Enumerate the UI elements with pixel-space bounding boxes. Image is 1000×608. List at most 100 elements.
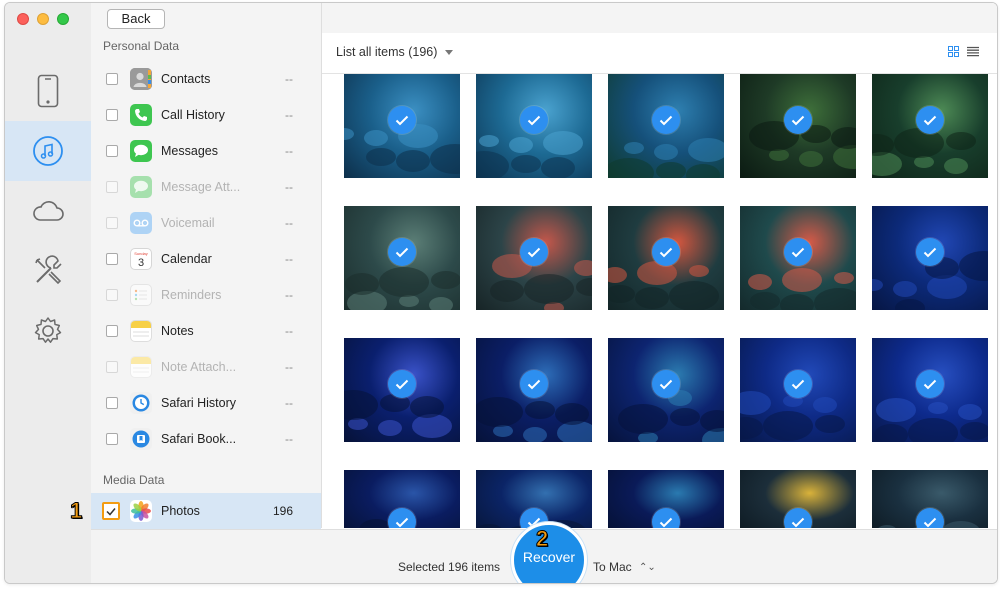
category-count: -- [285, 72, 293, 86]
list-all-dropdown[interactable]: List all items (196) [336, 45, 453, 59]
category-row-safari-history[interactable]: Safari History -- [91, 385, 321, 421]
tools-icon [35, 255, 62, 285]
close-window-button[interactable] [17, 13, 29, 25]
photo-thumbnail[interactable] [740, 338, 856, 442]
category-row-call-history[interactable]: Call History -- [91, 97, 321, 133]
top-bar-right [322, 3, 997, 34]
voicemail-icon [130, 212, 152, 234]
photo-thumbnail[interactable] [872, 338, 988, 442]
back-button[interactable]: Back [107, 9, 165, 29]
photo-thumbnail[interactable] [872, 206, 988, 310]
view-toggle [948, 46, 979, 57]
photo-thumbnail[interactable] [476, 338, 592, 442]
call-history-checkbox[interactable] [106, 109, 118, 121]
category-row-calendar[interactable]: Sunday 3 Calendar -- [91, 241, 321, 277]
recover-button[interactable]: Recover [511, 522, 587, 583]
photo-thumbnail[interactable] [476, 74, 592, 178]
category-label: Note Attach... [161, 360, 237, 374]
category-row-safari-bookmarks[interactable]: Safari Book... -- [91, 421, 321, 457]
photo-thumbnail[interactable] [344, 470, 460, 528]
selected-check-icon[interactable] [388, 106, 416, 134]
photo-thumbnail[interactable] [344, 74, 460, 178]
category-label: Safari Book... [161, 432, 237, 446]
rail-item-device[interactable] [5, 61, 91, 121]
category-row-voicemail: Voicemail -- [91, 205, 321, 241]
messages-icon [130, 140, 152, 162]
rail-item-settings[interactable] [5, 301, 91, 361]
contacts-checkbox[interactable] [106, 73, 118, 85]
grid-view-icon[interactable] [948, 46, 959, 57]
safari-history-checkbox[interactable] [106, 397, 118, 409]
list-toolbar: List all items (196) [322, 33, 997, 74]
selected-check-icon[interactable] [784, 238, 812, 266]
category-label: Safari History [161, 396, 237, 410]
recover-button-label: Recover [522, 549, 576, 565]
left-rail [5, 3, 92, 583]
selected-check-icon[interactable] [520, 238, 548, 266]
category-label: Call History [161, 108, 225, 122]
list-view-icon[interactable] [967, 46, 979, 57]
notes-icon [130, 320, 152, 342]
step-2-badge: 2 [535, 526, 549, 552]
selected-check-icon[interactable] [520, 106, 548, 134]
selected-check-icon[interactable] [784, 106, 812, 134]
selected-check-icon[interactable] [520, 370, 548, 398]
category-row-messages[interactable]: Messages -- [91, 133, 321, 169]
dropdown-caret-icon [444, 50, 453, 56]
selected-check-icon[interactable] [916, 508, 944, 528]
minimize-window-button[interactable] [37, 13, 49, 25]
category-count: -- [285, 324, 293, 338]
selected-check-icon[interactable] [916, 370, 944, 398]
photo-thumbnail[interactable] [476, 206, 592, 310]
selected-check-icon[interactable] [652, 106, 680, 134]
photo-thumbnail[interactable] [872, 74, 988, 178]
messages-checkbox[interactable] [106, 145, 118, 157]
category-row-message-attachments: Message Att... -- [91, 169, 321, 205]
safari-history-icon [130, 392, 152, 414]
photo-thumbnail[interactable] [344, 206, 460, 310]
destination-label: To Mac [593, 560, 632, 574]
safari-bookmark-icon [130, 428, 152, 450]
rail-item-tools[interactable] [5, 241, 91, 301]
selected-check-icon[interactable] [652, 508, 680, 528]
photo-thumbnail[interactable] [608, 74, 724, 178]
updown-chevron-icon: ⌃⌄ [639, 562, 656, 574]
window-controls [17, 13, 69, 25]
selected-check-icon[interactable] [784, 370, 812, 398]
photo-thumbnail[interactable] [740, 74, 856, 178]
zoom-window-button[interactable] [57, 13, 69, 25]
rail-item-itunes[interactable] [5, 121, 91, 181]
selected-check-icon[interactable] [916, 106, 944, 134]
notes-checkbox[interactable] [106, 325, 118, 337]
photos-checkbox[interactable] [102, 502, 120, 520]
selected-check-icon[interactable] [388, 238, 416, 266]
photo-thumbnail[interactable] [476, 470, 592, 528]
selected-check-icon[interactable] [916, 238, 944, 266]
selected-check-icon[interactable] [784, 508, 812, 528]
photo-thumbnail[interactable] [608, 338, 724, 442]
rail-item-icloud[interactable] [5, 181, 91, 241]
photo-thumbnail[interactable] [872, 470, 988, 528]
category-row-notes[interactable]: Notes -- [91, 313, 321, 349]
calendar-checkbox[interactable] [106, 253, 118, 265]
selected-check-icon[interactable] [652, 238, 680, 266]
step-1-badge: 1 [69, 498, 83, 524]
calendar-icon: Sunday 3 [130, 248, 152, 270]
reminders-icon [130, 284, 152, 306]
category-row-contacts[interactable]: Contacts -- [91, 61, 321, 97]
photo-thumbnail[interactable] [608, 470, 724, 528]
category-count: -- [285, 288, 293, 302]
photo-thumbnail[interactable] [740, 206, 856, 310]
photo-thumbnail[interactable] [344, 338, 460, 442]
destination-selector[interactable]: To Mac ⌃⌄ [593, 560, 656, 574]
note-attachments-checkbox [106, 361, 118, 373]
phone-call-icon [130, 104, 152, 126]
photo-thumbnail[interactable] [608, 206, 724, 310]
selected-check-icon[interactable] [388, 370, 416, 398]
selected-check-icon[interactable] [652, 370, 680, 398]
category-row-photos[interactable]: Photos 196 [91, 493, 321, 529]
category-count: -- [285, 108, 293, 122]
safari-bookmarks-checkbox[interactable] [106, 433, 118, 445]
selected-check-icon[interactable] [388, 508, 416, 528]
photo-thumbnail[interactable] [740, 470, 856, 528]
